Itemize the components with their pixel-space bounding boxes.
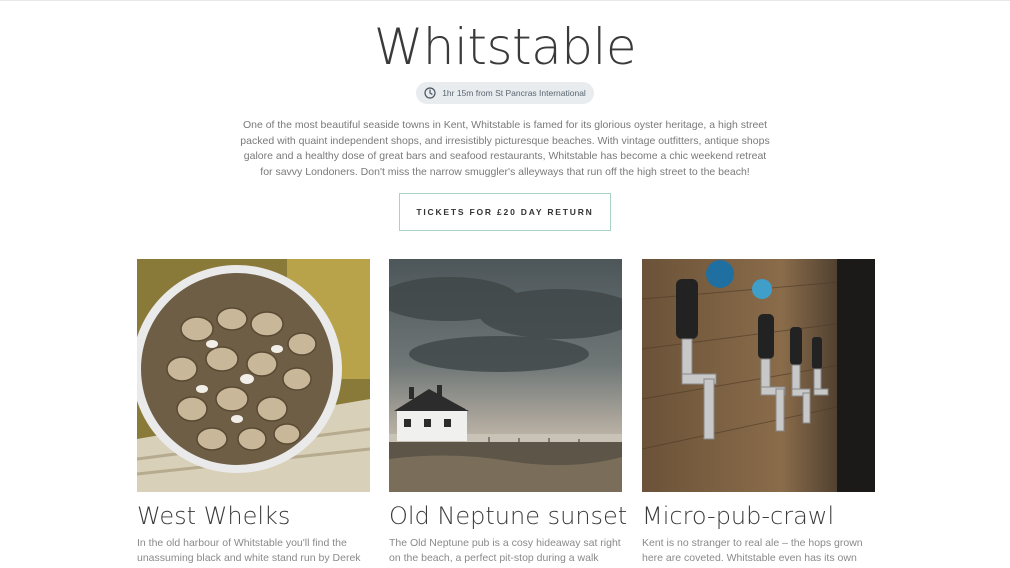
beer-taps-image[interactable] [642, 259, 875, 492]
whelks-bowl-image[interactable] [137, 259, 370, 492]
card-micro-pub-crawl[interactable]: Micro-pub-crawl Kent is no stranger to r… [642, 259, 875, 566]
neptune-pub-image[interactable] [389, 259, 622, 492]
card-title[interactable]: Old Neptune sunset [389, 502, 627, 530]
card-old-neptune[interactable]: Old Neptune sunset The Old Neptune pub i… [389, 259, 627, 568]
card-west-whelks[interactable]: West Whelks In the old harbour of Whitst… [137, 259, 370, 566]
clock-icon [424, 87, 436, 99]
travel-time-text: 1hr 15m from St Pancras International [442, 88, 586, 98]
tickets-button-label: TICKETS FOR £20 DAY RETURN [416, 207, 594, 217]
card-title[interactable]: Micro-pub-crawl [642, 502, 875, 530]
card-text: The Old Neptune pub is a cosy hideaway s… [389, 537, 621, 568]
tickets-button[interactable]: TICKETS FOR £20 DAY RETURN [399, 193, 611, 231]
top-divider [0, 0, 1010, 1]
travel-time-badge: 1hr 15m from St Pancras International [416, 82, 594, 104]
page-title: Whitstable [373, 18, 637, 76]
card-title[interactable]: West Whelks [137, 502, 370, 530]
card-text: Kent is no stranger to real ale – the ho… [642, 537, 863, 564]
intro-description: One of the most beautiful seaside towns … [240, 119, 770, 178]
card-text: In the old harbour of Whitstable you'll … [137, 537, 361, 564]
